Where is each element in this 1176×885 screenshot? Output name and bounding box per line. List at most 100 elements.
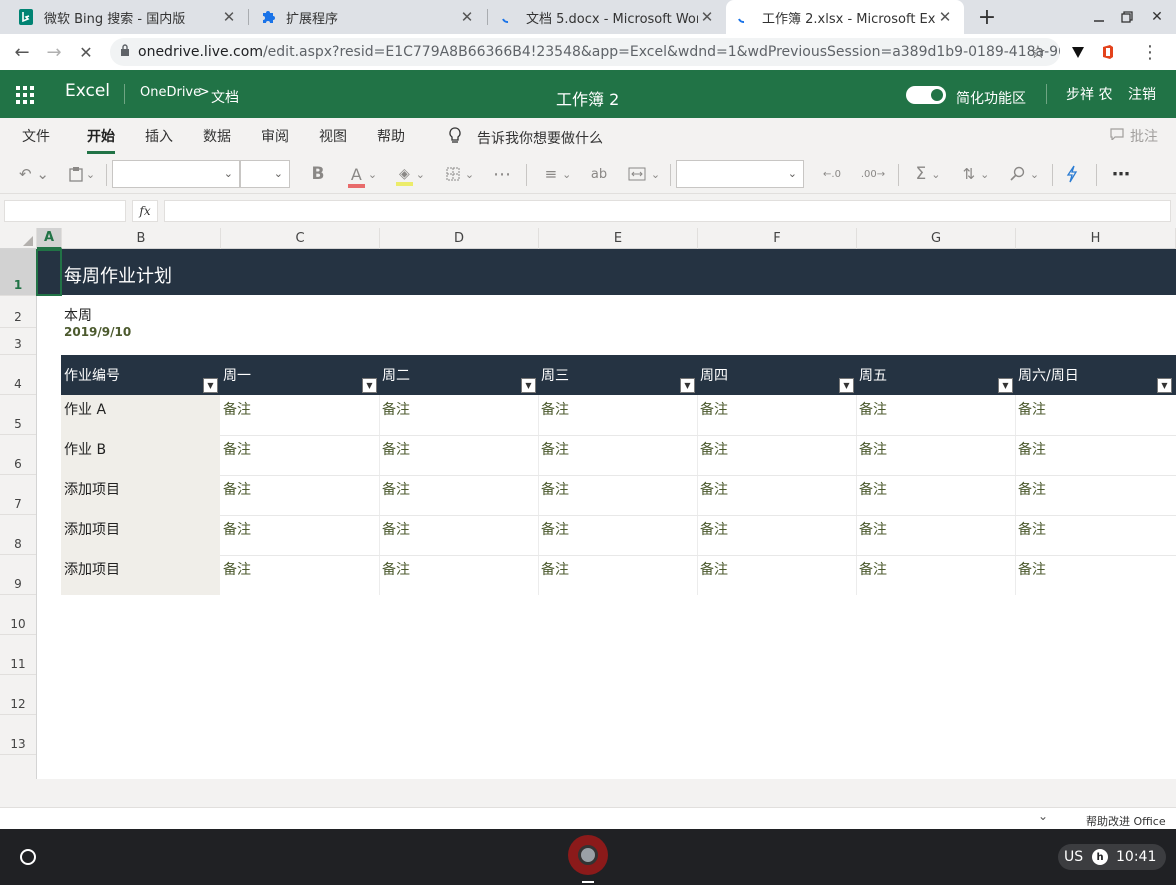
- wrap-text-icon[interactable]: ab: [586, 162, 612, 186]
- browser-tab[interactable]: 文档 5.docx - Microsoft Word O ✕: [490, 0, 726, 34]
- note-cell[interactable]: 备注: [697, 515, 856, 555]
- row-header[interactable]: 7: [0, 475, 36, 515]
- row-header[interactable]: 4: [0, 355, 36, 395]
- more-font-options-icon[interactable]: ⋯: [490, 162, 514, 186]
- autosum-icon[interactable]: Σ ⌄: [908, 162, 948, 186]
- chrome-app-icon[interactable]: [568, 835, 608, 875]
- tell-me-search[interactable]: 告诉我你想要做什么: [477, 128, 603, 148]
- column-header[interactable]: C: [221, 228, 380, 249]
- breadcrumb-root[interactable]: OneDrive: [140, 85, 201, 100]
- column-header[interactable]: B: [62, 228, 221, 249]
- tab-view[interactable]: 视图: [319, 126, 347, 146]
- filter-dropdown-icon[interactable]: ▼: [998, 378, 1013, 393]
- column-header[interactable]: A: [37, 228, 62, 249]
- note-cell[interactable]: 备注: [379, 475, 538, 515]
- close-window-icon[interactable]: ✕: [1138, 0, 1176, 34]
- note-cell[interactable]: 备注: [697, 475, 856, 515]
- filter-dropdown-icon[interactable]: ▼: [203, 378, 218, 393]
- note-cell[interactable]: 备注: [1015, 435, 1174, 475]
- font-color-icon[interactable]: A ⌄: [344, 162, 384, 188]
- table-header-cell[interactable]: 周六/周日: [1015, 355, 1176, 395]
- row-header[interactable]: 1: [0, 249, 36, 296]
- row-header[interactable]: 8: [0, 515, 36, 555]
- clock[interactable]: 10:41: [1116, 849, 1156, 865]
- table-header-cell[interactable]: 周二: [379, 355, 538, 395]
- sign-out-link[interactable]: 注销: [1128, 84, 1156, 104]
- close-tab-icon[interactable]: ✕: [698, 8, 716, 26]
- app-launcher-icon[interactable]: [16, 86, 34, 104]
- formula-input[interactable]: [164, 200, 1171, 222]
- tab-insert[interactable]: 插入: [145, 126, 173, 146]
- close-tab-icon[interactable]: ✕: [220, 8, 238, 26]
- column-header[interactable]: D: [380, 228, 539, 249]
- filter-dropdown-icon[interactable]: ▼: [680, 378, 695, 393]
- more-menu-icon[interactable]: ⋮: [1136, 38, 1164, 66]
- item-cell[interactable]: 添加项目: [61, 475, 220, 515]
- close-tab-icon[interactable]: ✕: [936, 8, 954, 26]
- row-header[interactable]: 9: [0, 555, 36, 595]
- item-cell[interactable]: 添加项目: [61, 515, 220, 555]
- tab-home[interactable]: 开始: [87, 126, 115, 154]
- back-arrow-icon[interactable]: ←: [8, 38, 36, 66]
- ime-indicator[interactable]: US: [1064, 849, 1083, 865]
- note-cell[interactable]: 备注: [220, 435, 379, 475]
- undo-icon[interactable]: ↶ ⌄: [16, 162, 52, 186]
- week-date[interactable]: 2019/9/10: [64, 325, 131, 339]
- week-label[interactable]: 本周: [64, 305, 92, 325]
- column-header[interactable]: G: [857, 228, 1016, 249]
- note-cell[interactable]: 备注: [856, 555, 1015, 595]
- filter-dropdown-icon[interactable]: ▼: [839, 378, 854, 393]
- forward-arrow-icon[interactable]: →: [40, 38, 68, 66]
- filter-dropdown-icon[interactable]: ▼: [362, 378, 377, 393]
- row-header[interactable]: 13: [0, 715, 36, 755]
- note-cell[interactable]: 备注: [379, 435, 538, 475]
- extension-shield-icon[interactable]: [1064, 38, 1092, 66]
- row-header[interactable]: 5: [0, 395, 36, 435]
- office-extension-icon[interactable]: [1094, 38, 1122, 66]
- decrease-decimal-icon[interactable]: .00→: [858, 162, 888, 186]
- table-header-cell[interactable]: 作业编号: [61, 355, 220, 395]
- breadcrumb-folder[interactable]: 文档: [211, 87, 239, 107]
- note-cell[interactable]: 备注: [379, 395, 538, 435]
- insert-function-icon[interactable]: fx: [132, 200, 158, 222]
- row-header[interactable]: 3: [0, 328, 36, 355]
- column-header[interactable]: H: [1016, 228, 1176, 249]
- table-header-cell[interactable]: 周一: [220, 355, 379, 395]
- note-cell[interactable]: 备注: [697, 395, 856, 435]
- fill-color-icon[interactable]: ◈ ⌄: [392, 162, 432, 186]
- increase-decimal-icon[interactable]: ←.0: [818, 162, 846, 186]
- item-cell[interactable]: 添加项目: [61, 555, 220, 595]
- align-icon[interactable]: ≡ ⌄: [538, 162, 578, 186]
- tab-data[interactable]: 数据: [203, 126, 231, 146]
- bold-icon[interactable]: B: [306, 162, 330, 186]
- name-box[interactable]: [4, 200, 126, 222]
- paste-icon[interactable]: ⌄: [64, 162, 100, 186]
- launcher-icon[interactable]: [20, 849, 36, 865]
- note-cell[interactable]: 备注: [379, 555, 538, 595]
- bookmark-star-icon[interactable]: ☆: [1024, 38, 1052, 66]
- ideas-lightning-icon[interactable]: [1060, 162, 1084, 186]
- font-name-dropdown[interactable]: ⌄: [112, 160, 240, 188]
- note-cell[interactable]: 备注: [538, 395, 697, 435]
- note-cell[interactable]: 备注: [379, 515, 538, 555]
- note-cell[interactable]: 备注: [856, 475, 1015, 515]
- browser-tab-active[interactable]: 工作簿 2.xlsx - Microsoft Excel ✕: [726, 0, 964, 34]
- note-cell[interactable]: 备注: [538, 475, 697, 515]
- table-header-cell[interactable]: 周四: [697, 355, 856, 395]
- feedback-link[interactable]: 帮助改进 Office: [1086, 813, 1166, 829]
- select-all-corner[interactable]: [0, 228, 37, 249]
- row-header[interactable]: 6: [0, 435, 36, 475]
- stop-loading-icon[interactable]: ✕: [72, 38, 100, 66]
- sort-filter-icon[interactable]: ⇅ ⌄: [956, 162, 996, 186]
- app-name[interactable]: Excel: [65, 81, 110, 101]
- chevron-down-icon[interactable]: ⌄: [1038, 809, 1048, 823]
- browser-tab[interactable]: 扩展程序 ✕: [250, 0, 486, 34]
- table-header-cell[interactable]: 周五: [856, 355, 1015, 395]
- note-cell[interactable]: 备注: [220, 555, 379, 595]
- note-cell[interactable]: 备注: [220, 475, 379, 515]
- note-cell[interactable]: 备注: [856, 435, 1015, 475]
- note-cell[interactable]: 备注: [1015, 395, 1174, 435]
- filter-dropdown-icon[interactable]: ▼: [1157, 378, 1172, 393]
- note-cell[interactable]: 备注: [1015, 475, 1174, 515]
- address-bar[interactable]: onedrive.live.com /edit.aspx?resid=E1C77…: [110, 38, 1060, 66]
